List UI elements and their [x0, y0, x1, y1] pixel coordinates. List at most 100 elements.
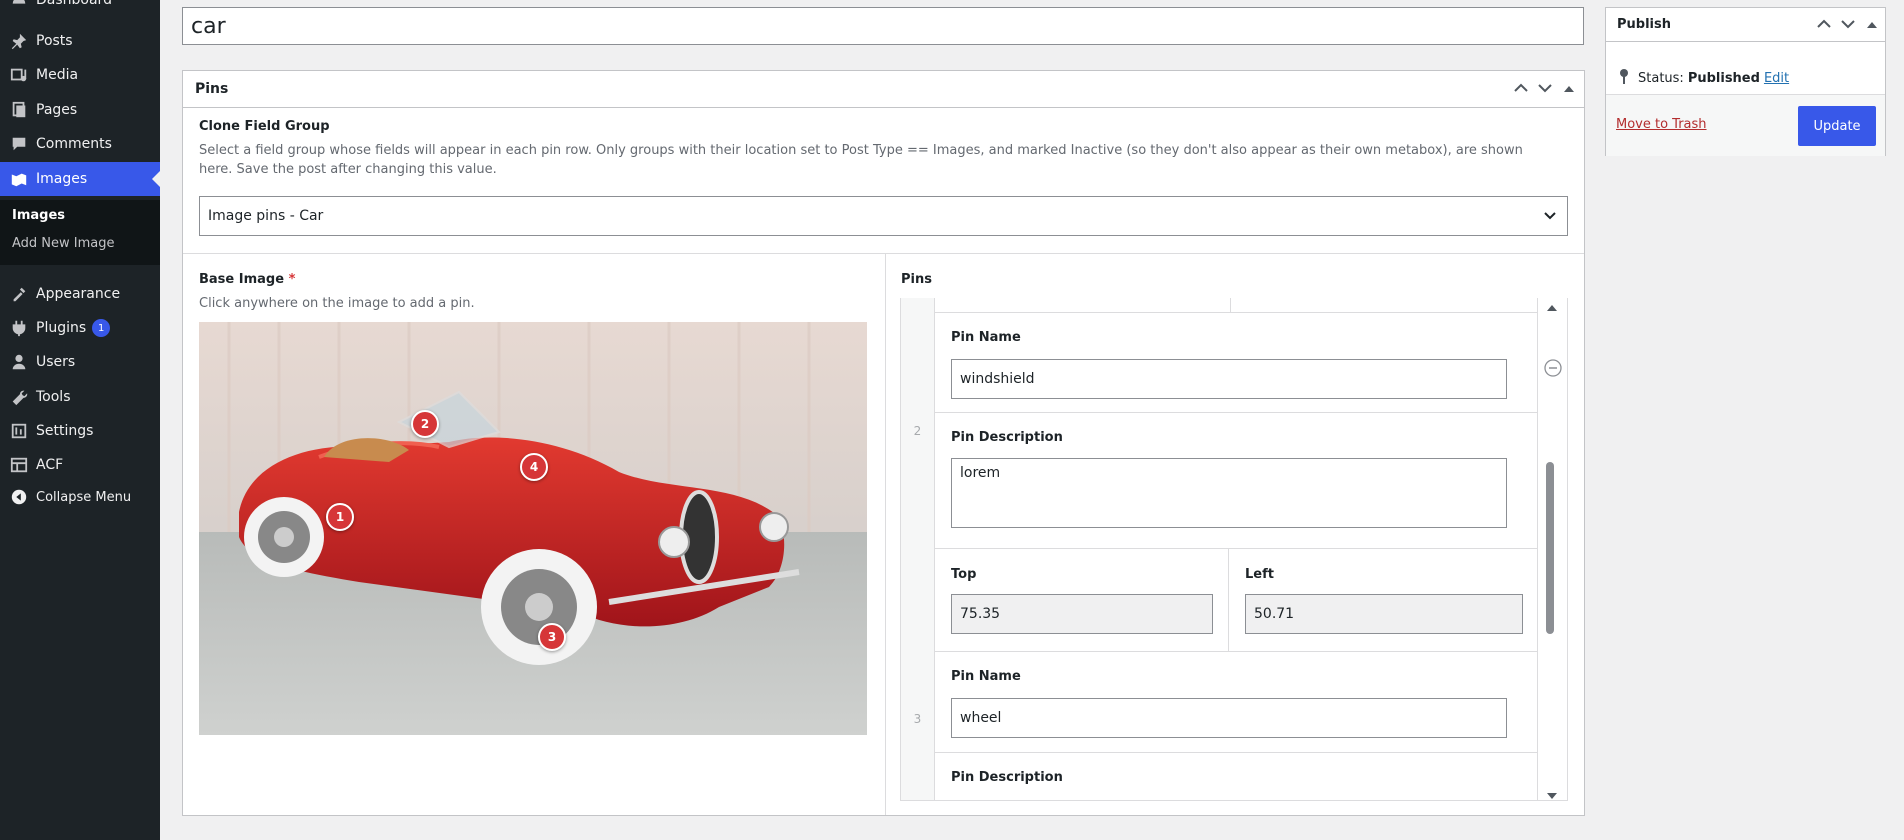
clone-field-group-select[interactable]: Image pins - Car [199, 196, 1568, 236]
scroll-thumb[interactable] [1546, 462, 1554, 634]
pin-description-label: Pin Description [951, 430, 1063, 445]
images-submenu: Images Add New Image [0, 200, 160, 265]
status-label: Status: [1638, 70, 1684, 86]
clone-field-group-label: Clone Field Group [199, 119, 330, 134]
base-image-label-text: Base Image [199, 272, 285, 287]
pin-left-input[interactable]: 50.71 [1245, 594, 1523, 634]
car-photo [199, 322, 867, 735]
sidebar-item-label: Collapse Menu [36, 489, 132, 505]
move-to-trash-link[interactable]: Move to Trash [1616, 117, 1707, 132]
pin-top-value: 75.35 [960, 606, 1001, 622]
sidebar-item-settings[interactable]: Settings [0, 414, 160, 448]
row-number-2[interactable]: 2 [901, 313, 935, 549]
pins-metabox-header: Pins [183, 71, 1584, 108]
toggle-panel-icon[interactable] [1865, 17, 1879, 33]
sidebar-item-posts[interactable]: Posts [0, 24, 160, 58]
pin-name-cell: Pin Name wheel [935, 652, 1539, 753]
tools-icon [9, 387, 29, 407]
settings-icon [9, 421, 29, 441]
comments-icon [9, 134, 29, 154]
pin-top-input[interactable]: 75.35 [951, 594, 1213, 634]
pages-icon [9, 100, 29, 120]
divider [1230, 298, 1231, 312]
pin-description-cell: Pin Description lorem [935, 413, 1539, 549]
base-image-canvas[interactable]: 1 2 3 4 [199, 322, 867, 735]
pin-description-textarea[interactable]: lorem [951, 458, 1507, 528]
sidebar-item-label: Images [36, 171, 88, 187]
image-pin-2[interactable]: 2 [411, 410, 439, 438]
sidebar-item-label: Comments [36, 136, 112, 152]
post-title-input[interactable]: car [182, 7, 1584, 45]
move-down-icon[interactable] [1841, 17, 1855, 33]
status-value: Published [1687, 70, 1760, 86]
sidebar-item-tools[interactable]: Tools [0, 380, 160, 414]
clone-field-group-description: Select a field group whose fields will a… [199, 143, 1523, 177]
pin-left-value: 50.71 [1254, 606, 1295, 622]
base-image-label: Base Image * [199, 272, 295, 287]
plugins-icon [9, 318, 29, 338]
sidebar-item-comments[interactable]: Comments [0, 127, 160, 161]
move-up-icon[interactable] [1514, 81, 1528, 97]
pin-left-cell: Left 50.71 [1229, 549, 1539, 652]
sidebar-item-plugins[interactable]: Plugins 1 [0, 311, 160, 345]
sidebar-item-pages[interactable]: Pages [0, 93, 160, 127]
sidebar-item-label: Tools [36, 389, 71, 405]
pin-name-input[interactable]: windshield [951, 359, 1507, 399]
sidebar-item-label: Media [36, 67, 79, 83]
media-icon [9, 65, 29, 85]
pin-name-value: windshield [960, 371, 1035, 387]
pins-metabox: Pins Clone Field Group Select a field gr… [182, 70, 1585, 816]
pin-name-label: Pin Name [951, 330, 1021, 345]
pin-name-cell: Pin Name windshield [935, 313, 1539, 413]
image-pin-1[interactable]: 1 [326, 503, 354, 531]
update-button[interactable]: Update [1798, 106, 1876, 146]
repeater-scrollbar[interactable] [1537, 298, 1567, 800]
pin-description-cell: Pin Description [935, 753, 1539, 800]
remove-row-icon[interactable] [1544, 359, 1562, 381]
dashboard-icon [9, 0, 29, 10]
scroll-up-icon[interactable] [1547, 301, 1557, 316]
collapse-menu-button[interactable]: Collapse Menu [0, 480, 160, 514]
image-pin-4[interactable]: 4 [520, 453, 548, 481]
post-title-value: car [191, 13, 226, 39]
pin-icon [9, 31, 29, 51]
metabox-title: Pins [195, 81, 229, 97]
submenu-item-images[interactable]: Images [12, 208, 65, 223]
appearance-icon [9, 284, 29, 304]
sidebar-item-label: Settings [36, 423, 94, 439]
toggle-panel-icon[interactable] [1562, 81, 1576, 97]
move-up-icon[interactable] [1817, 17, 1831, 33]
pin-description-label: Pin Description [951, 770, 1063, 785]
pin-icon [1618, 68, 1630, 88]
acf-icon [9, 455, 29, 475]
chevron-down-icon [1543, 208, 1557, 226]
move-down-icon[interactable] [1538, 81, 1552, 97]
row-handle [901, 298, 935, 313]
sidebar-item-acf[interactable]: ACF [0, 448, 160, 482]
pin-left-label: Left [1245, 567, 1274, 582]
edit-status-link[interactable]: Edit [1764, 71, 1789, 86]
pin-name-value: wheel [960, 710, 1002, 726]
pins-repeater-label: Pins [901, 272, 932, 287]
sidebar-item-media[interactable]: Media [0, 58, 160, 92]
pins-repeater: 2 Pin Name windshield Pin Description lo… [900, 298, 1568, 801]
sidebar-item-images[interactable]: Images [0, 162, 160, 196]
row-number-3[interactable]: 3 [901, 549, 935, 800]
collapse-icon [9, 487, 29, 507]
sidebar-item-label: Users [36, 354, 76, 370]
pin-top-label: Top [951, 567, 977, 582]
sidebar-item-appearance[interactable]: Appearance [0, 277, 160, 311]
scroll-down-icon[interactable] [1547, 789, 1557, 800]
sidebar-item-label: Posts [36, 33, 73, 49]
pin-name-input[interactable]: wheel [951, 698, 1507, 738]
plugins-update-badge: 1 [92, 319, 111, 337]
base-image-description: Click anywhere on the image to add a pin… [199, 296, 475, 311]
image-pin-3[interactable]: 3 [538, 623, 566, 651]
sidebar-item-dashboard[interactable]: Dashboard [0, 0, 160, 17]
post-status: Status: Published Edit [1618, 68, 1789, 88]
publish-title: Publish [1617, 17, 1671, 32]
sidebar-item-users[interactable]: Users [0, 345, 160, 379]
clone-field-group-selected: Image pins - Car [208, 208, 324, 224]
pin-top-cell: Top 75.35 [935, 549, 1229, 652]
submenu-item-add-new-image[interactable]: Add New Image [12, 236, 115, 251]
